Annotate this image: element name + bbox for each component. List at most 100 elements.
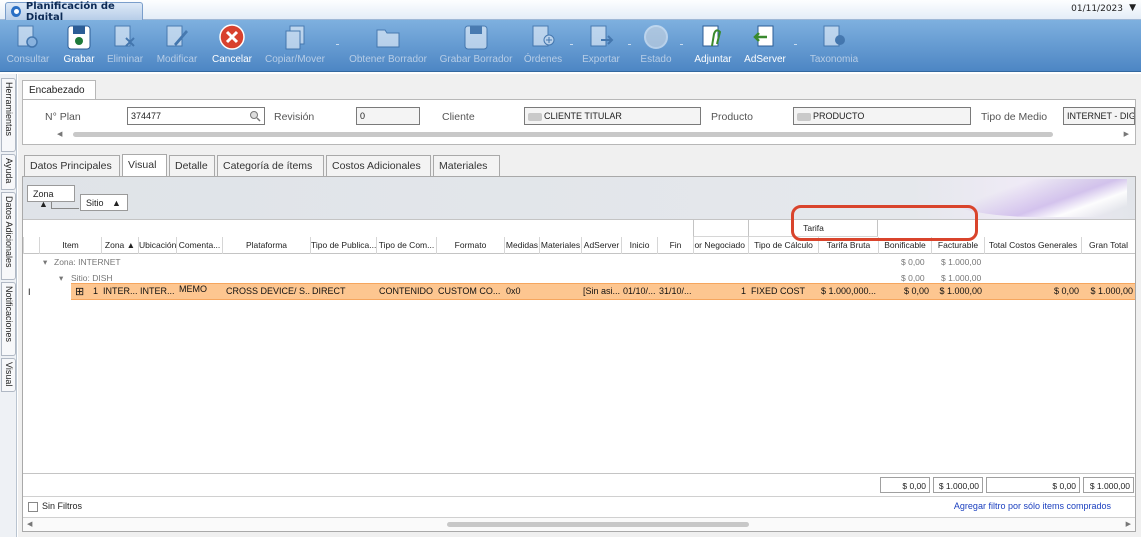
adserver-button[interactable]: AdServer bbox=[742, 20, 788, 72]
window-menu-icon[interactable]: ▼ bbox=[1129, 3, 1136, 13]
col-fin[interactable]: Fin bbox=[657, 237, 693, 254]
grabar-borrador-button[interactable]: Grabar Borrador bbox=[437, 20, 515, 72]
col-tipo-compra[interactable]: Tipo de Com... bbox=[376, 237, 436, 254]
toolbar: Consultar Grabar Eliminar Modificar Canc… bbox=[0, 20, 1141, 72]
producto-label: Producto bbox=[711, 111, 754, 123]
scroll-right-icon[interactable]: ▶ bbox=[1124, 130, 1129, 138]
group-sitio-chip[interactable]: Sitio ▲ bbox=[80, 194, 128, 211]
col-tipo-publicacion[interactable]: Tipo de Publica... bbox=[310, 237, 376, 254]
tipo-medio-label: Tipo de Medio bbox=[981, 111, 1048, 123]
producto-input[interactable]: PRODUCTO bbox=[793, 107, 971, 125]
col-item[interactable]: Item bbox=[39, 237, 101, 254]
col-negociado[interactable]: or Negociado bbox=[693, 237, 748, 254]
col-gran-total[interactable]: Gran Total bbox=[1081, 237, 1135, 254]
current-date: 01/11/2023 bbox=[1071, 4, 1123, 14]
col-materiales[interactable]: Materiales bbox=[539, 237, 581, 254]
revision-input[interactable]: 0 bbox=[356, 107, 420, 125]
edit-icon bbox=[166, 25, 188, 47]
sin-filtros-label: Sin Filtros bbox=[42, 501, 83, 511]
detail-tabs: Datos Principales Visual Detalle Categor… bbox=[22, 154, 1136, 176]
save-icon bbox=[67, 25, 91, 50]
scroll-thumb[interactable] bbox=[447, 522, 749, 527]
header-scrollbar[interactable]: ◀ ▶ bbox=[53, 130, 1129, 139]
col-indicator bbox=[23, 237, 39, 254]
tab-categoria-items[interactable]: Categoría de ítems bbox=[217, 155, 324, 176]
sort-asc-icon: ▲ bbox=[126, 240, 136, 250]
estado-button[interactable]: Estado bbox=[636, 20, 676, 72]
tab-visual[interactable]: Visual bbox=[122, 154, 167, 176]
cliente-input[interactable]: CLIENTE TITULAR bbox=[524, 107, 701, 125]
col-comentario[interactable]: Comenta... bbox=[176, 237, 222, 254]
grid-scrollbar[interactable]: ◀ ▶ bbox=[23, 517, 1135, 531]
title-bar: Planificación de Digital 01/11/2023 ▼ bbox=[0, 0, 1141, 23]
text-cursor-icon: I bbox=[28, 287, 31, 297]
total-facturable: $ 1.000,00 bbox=[933, 477, 983, 493]
group-connector bbox=[51, 202, 79, 209]
plan-input[interactable]: 374477 bbox=[127, 107, 265, 125]
totals-row: $ 0,00 $ 1.000,00 $ 0,00 $ 1.000,00 bbox=[23, 473, 1135, 495]
highlight-annotation bbox=[791, 205, 978, 241]
sidebar-tab-ayuda[interactable]: Ayuda bbox=[1, 154, 16, 190]
agregar-filtro-link[interactable]: Agregar filtro por sólo items comprados bbox=[954, 501, 1111, 511]
total-costos-generales: $ 0,00 bbox=[986, 477, 1080, 493]
total-gran-total: $ 1.000,00 bbox=[1083, 477, 1134, 493]
save-draft-icon bbox=[464, 25, 488, 50]
exportar-button[interactable]: Exportar bbox=[578, 20, 624, 72]
col-inicio[interactable]: Inicio bbox=[621, 237, 657, 254]
tab-datos-principales[interactable]: Datos Principales bbox=[24, 155, 120, 176]
window-tab[interactable]: Planificación de Digital bbox=[5, 1, 143, 23]
cliente-label: Cliente bbox=[442, 111, 475, 123]
taxonomia-button[interactable]: Taxonomia bbox=[804, 20, 864, 72]
taxonomy-icon bbox=[823, 25, 845, 47]
cancelar-button[interactable]: Cancelar bbox=[208, 20, 256, 72]
redacted-mark bbox=[797, 112, 811, 121]
app-icon bbox=[11, 6, 21, 17]
search-doc-icon bbox=[17, 25, 38, 48]
total-bonificable: $ 0,00 bbox=[880, 477, 930, 493]
tab-materiales[interactable]: Materiales bbox=[433, 155, 500, 176]
copiar-mover-button[interactable]: Copiar/Mover bbox=[262, 20, 328, 72]
status-icon bbox=[644, 25, 668, 49]
redacted-mark bbox=[528, 112, 542, 121]
col-adserver[interactable]: AdServer bbox=[581, 237, 621, 254]
sidebar-tab-herramientas[interactable]: Herramientas bbox=[1, 78, 16, 152]
attach-icon bbox=[702, 25, 722, 47]
scroll-thumb[interactable] bbox=[73, 132, 1053, 137]
collapse-icon[interactable]: ▾ bbox=[43, 257, 47, 268]
sidebar-tab-visual[interactable]: Visual bbox=[1, 358, 16, 392]
tab-costos-adicionales[interactable]: Costos Adicionales bbox=[326, 155, 431, 176]
search-icon[interactable] bbox=[249, 110, 261, 122]
sidebar-tab-notificaciones[interactable]: Notificaciones bbox=[1, 282, 16, 356]
scroll-right-icon[interactable]: ▶ bbox=[1126, 520, 1131, 528]
obtener-borrador-button[interactable]: Obtener Borrador bbox=[346, 20, 430, 72]
sin-filtros-checkbox[interactable] bbox=[28, 502, 38, 512]
grabar-button[interactable]: Grabar bbox=[60, 20, 98, 72]
col-zona[interactable]: Zona ▲ bbox=[101, 237, 138, 254]
col-plataforma[interactable]: Plataforma bbox=[222, 237, 310, 254]
ordenes-button[interactable]: Órdenes bbox=[520, 20, 566, 72]
col-formato[interactable]: Formato bbox=[436, 237, 504, 254]
tipo-medio-input[interactable]: INTERNET - DIGI bbox=[1063, 107, 1135, 125]
delete-doc-icon bbox=[114, 25, 135, 47]
tab-detalle[interactable]: Detalle bbox=[169, 155, 215, 176]
sidebar-tab-datos-adicionales[interactable]: Datos Adicionales bbox=[1, 192, 16, 280]
filter-bar: Sin Filtros Agregar filtro por sólo item… bbox=[23, 496, 1135, 516]
table-row[interactable]: I ⊞ 1 INTER... INTER... MEMO CROSS DEVIC… bbox=[23, 283, 1135, 300]
cancel-icon bbox=[219, 24, 245, 50]
modificar-button[interactable]: Modificar bbox=[152, 20, 202, 72]
consultar-button[interactable]: Consultar bbox=[2, 20, 54, 72]
side-panel: Herramientas Ayuda Datos Adicionales Not… bbox=[0, 74, 17, 537]
col-ubicacion[interactable]: Ubicación bbox=[138, 237, 176, 254]
separator bbox=[794, 44, 797, 45]
scroll-left-icon[interactable]: ◀ bbox=[57, 130, 62, 138]
scroll-left-icon[interactable]: ◀ bbox=[27, 520, 32, 528]
eliminar-button[interactable]: Eliminar bbox=[103, 20, 147, 72]
separator bbox=[336, 44, 339, 45]
col-total-costos[interactable]: Total Costos Generales bbox=[984, 237, 1081, 254]
group-row-zona[interactable]: ▾ Zona: INTERNET $ 0,00 $ 1.000,00 bbox=[23, 255, 1135, 269]
col-medidas[interactable]: Medidas bbox=[504, 237, 539, 254]
expand-icon[interactable]: ⊞ bbox=[75, 285, 84, 298]
adjuntar-button[interactable]: Adjuntar bbox=[690, 20, 736, 72]
tab-encabezado[interactable]: Encabezado bbox=[22, 80, 96, 100]
group-zona-chip[interactable]: Zona ▲ bbox=[27, 185, 75, 209]
